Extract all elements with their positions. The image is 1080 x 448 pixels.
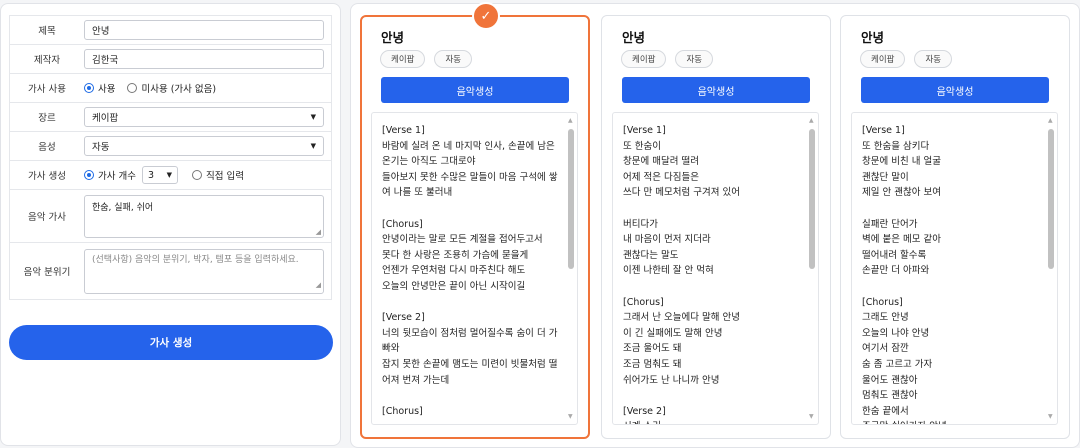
chevron-down-icon: ▼: [310, 142, 316, 150]
scrollbar-thumb[interactable]: [809, 129, 815, 269]
voice-label: 음성: [38, 142, 56, 153]
lyrics-use-row: 가사 사용 사용 미사용 (가사 없음): [10, 74, 331, 103]
genre-label: 장르: [38, 113, 56, 124]
scroll-down-icon[interactable]: ▼: [568, 413, 573, 420]
chevron-down-icon: ▼: [310, 113, 316, 121]
lyrics-text: [Verse 1] 바람에 실려 온 네 마지막 인사, 손끝에 남은 온기는 …: [382, 125, 558, 417]
lyrics-text: [Verse 1] 또 한숨을 삼키다 창문에 비친 내 얼굴 괜찮단 말이 제…: [862, 125, 947, 424]
lyrics-gen-row: 가사 생성 가사 개수 3 ▼ 직접 입력: [10, 161, 331, 190]
lyrics-textarea[interactable]: [Verse 1] 또 한숨이 창문에 매달려 떨려 어제 적은 다짐들은 쓰다…: [612, 112, 819, 425]
voice-tag: 자동: [675, 50, 714, 68]
maker-row: 제작자 김한국: [10, 45, 331, 74]
results-panel: ✓ 안녕 케이팝 자동 음악생성 [Verse 1] 바람에 실려 온 네 마지…: [350, 2, 1080, 448]
music-lyrics-row: 음악 가사 한숨, 실패, 쉬어 ◢: [10, 190, 331, 243]
generate-lyrics-button[interactable]: 가사 생성: [9, 325, 333, 360]
voice-select-value: 자동: [92, 142, 110, 153]
genre-select[interactable]: 케이팝 ▼: [84, 107, 324, 127]
scroll-up-icon[interactable]: ▲: [1048, 117, 1053, 124]
scrollbar[interactable]: ▲ ▼: [808, 117, 816, 420]
scrollbar-thumb[interactable]: [1048, 129, 1054, 269]
lyrics-use-label: 가사 사용: [28, 84, 66, 95]
title-label: 제목: [38, 26, 56, 37]
genre-row: 장르 케이팝 ▼: [10, 103, 331, 132]
maker-input[interactable]: 김한국: [84, 49, 324, 69]
lyrics-text: [Verse 1] 또 한숨이 창문에 매달려 떨려 어제 적은 다짐들은 쓰다…: [623, 125, 740, 424]
genre-tag: 케이팝: [621, 50, 667, 68]
result-card[interactable]: 안녕 케이팝 자동 음악생성 [Verse 1] 또 한숨을 삼키다 창문에 비…: [840, 15, 1070, 439]
lyrics-none-radio-label[interactable]: 미사용 (가사 없음): [141, 81, 216, 95]
scroll-up-icon[interactable]: ▲: [568, 117, 573, 124]
scrollbar[interactable]: ▲ ▼: [1047, 117, 1055, 420]
card-title: 안녕: [861, 30, 885, 45]
lyrics-gen-label: 가사 생성: [28, 171, 66, 182]
scroll-down-icon[interactable]: ▼: [809, 413, 814, 420]
title-row: 제목 안녕: [10, 16, 331, 45]
genre-tag: 케이팝: [860, 50, 906, 68]
maker-label: 제작자: [33, 55, 61, 66]
card-tags: 케이팝 자동: [621, 50, 714, 68]
music-lyrics-textarea[interactable]: 한숨, 실패, 쉬어 ◢: [84, 194, 324, 238]
voice-tag: 자동: [434, 50, 473, 68]
scroll-down-icon[interactable]: ▼: [1048, 413, 1053, 420]
music-mood-placeholder: (선택사항) 음악의 분위기, 박자, 템포 등을 입력하세요.: [92, 254, 299, 265]
lyrics-count-radio-label[interactable]: 가사 개수: [98, 168, 136, 182]
lyrics-use-radio-label[interactable]: 사용: [98, 81, 115, 95]
lyrics-use-radio[interactable]: [84, 83, 94, 93]
card-tags: 케이팝 자동: [860, 50, 953, 68]
music-mood-row: 음악 분위기 (선택사항) 음악의 분위기, 박자, 템포 등을 입력하세요. ◢: [10, 243, 331, 299]
scroll-up-icon[interactable]: ▲: [809, 117, 814, 124]
lyrics-textarea[interactable]: [Verse 1] 또 한숨을 삼키다 창문에 비친 내 얼굴 괜찮단 말이 제…: [851, 112, 1058, 425]
chevron-down-icon: ▼: [166, 171, 172, 179]
voice-row: 음성 자동 ▼: [10, 132, 331, 161]
resize-handle-icon[interactable]: ◢: [316, 228, 321, 236]
music-mood-textarea[interactable]: (선택사항) 음악의 분위기, 박자, 템포 등을 입력하세요. ◢: [84, 248, 324, 294]
check-icon: ✓: [472, 2, 500, 30]
music-mood-label: 음악 분위기: [23, 267, 71, 278]
lyrics-textarea[interactable]: [Verse 1] 바람에 실려 온 네 마지막 인사, 손끝에 남은 온기는 …: [371, 112, 578, 425]
voice-select[interactable]: 자동 ▼: [84, 136, 324, 156]
result-card[interactable]: ✓ 안녕 케이팝 자동 음악생성 [Verse 1] 바람에 실려 온 네 마지…: [360, 2, 590, 439]
music-lyrics-label: 음악 가사: [28, 212, 66, 223]
result-card[interactable]: 안녕 케이팝 자동 음악생성 [Verse 1] 또 한숨이 창문에 매달려 떨…: [601, 15, 831, 439]
lyrics-form-panel: 제목 안녕 제작자 김한국 가사 사용 사용 미사용 (가사 없음) 장르 케이…: [0, 3, 341, 446]
generate-music-button[interactable]: 음악생성: [861, 77, 1049, 103]
voice-tag: 자동: [914, 50, 953, 68]
lyrics-count-value: 3: [147, 169, 155, 181]
generate-music-button[interactable]: 음악생성: [622, 77, 810, 103]
scrollbar[interactable]: ▲ ▼: [567, 117, 575, 420]
resize-handle-icon[interactable]: ◢: [316, 279, 321, 292]
genre-tag: 케이팝: [380, 50, 426, 68]
generate-music-button[interactable]: 음악생성: [381, 77, 569, 103]
card-title: 안녕: [622, 30, 646, 45]
lyrics-count-radio[interactable]: [84, 170, 94, 180]
form-table: 제목 안녕 제작자 김한국 가사 사용 사용 미사용 (가사 없음) 장르 케이…: [9, 15, 332, 300]
card-tags: 케이팝 자동: [380, 50, 473, 68]
music-lyrics-value: 한숨, 실패, 쉬어: [92, 202, 154, 213]
lyrics-direct-radio[interactable]: [191, 170, 202, 180]
genre-select-value: 케이팝: [92, 113, 119, 124]
title-input[interactable]: 안녕: [84, 20, 324, 40]
card-title: 안녕: [381, 30, 405, 45]
lyrics-count-select[interactable]: 3 ▼: [141, 166, 178, 184]
lyrics-direct-radio-label[interactable]: 직접 입력: [206, 168, 244, 182]
lyrics-none-radio[interactable]: [127, 83, 138, 93]
scrollbar-thumb[interactable]: [568, 129, 574, 269]
